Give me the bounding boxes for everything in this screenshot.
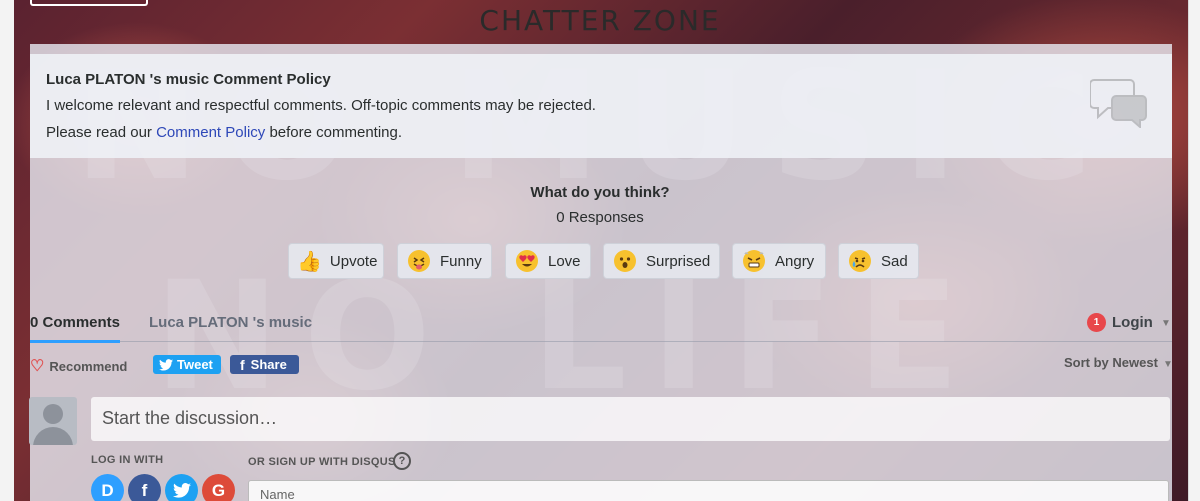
disqus-login-button[interactable]: D [91,474,124,501]
policy-title: Luca PLATON 's music Comment Policy [46,71,331,88]
policy-read-suffix: before commenting. [269,124,403,141]
google-icon: G [211,481,226,500]
avatar [29,397,77,445]
speech-bubbles-icon [1090,79,1147,128]
reaction-surprised-button[interactable]: Surprised [603,243,720,279]
tweet-label: Tweet [177,357,213,372]
heart-eyes-icon [516,250,538,272]
tongue-face-icon [408,250,430,272]
reaction-label: Angry [775,252,815,270]
scrollbar-edge [1188,0,1189,501]
reaction-label: Surprised [646,252,711,270]
comment-policy-box: Luca PLATON 's music Comment Policy I we… [30,54,1172,158]
sort-dropdown[interactable]: Sort by Newest [1064,355,1158,370]
facebook-share-button[interactable]: f Share [230,355,299,374]
reaction-label: Upvote [329,252,378,270]
reaction-sad-button[interactable]: Sad [838,243,919,279]
facebook-icon: f [141,481,148,500]
facebook-login-button[interactable]: f [128,474,161,501]
responses-count: 0 Responses [556,209,644,226]
surprised-face-icon [614,250,636,272]
google-login-button[interactable]: G [202,474,235,501]
reactions-prompt: What do you think? [530,184,670,201]
policy-read-line: Please read our Comment Policy before co… [46,124,402,141]
disqus-icon: D [101,481,114,500]
facebook-icon: f [240,356,245,373]
chevron-down-icon[interactable]: ▼ [1161,318,1171,329]
sad-face-icon [849,250,871,272]
twitter-icon [172,483,191,498]
tweet-button[interactable]: Tweet [153,355,221,374]
page-title: CHATTER ZONE [479,4,721,37]
reaction-upvote-button[interactable]: 👍 Upvote [288,243,384,279]
heart-icon: ♡ [30,358,45,375]
page-margin-right [1188,0,1200,501]
comment-policy-link[interactable]: Comment Policy [156,124,265,141]
notification-badge[interactable]: 1 [1087,313,1106,332]
page-margin-left [0,0,14,501]
angry-face-icon [743,250,765,272]
active-tab-indicator [30,340,120,343]
reaction-label: Funny [440,252,482,270]
share-label: Share [250,357,287,372]
login-with-label: LOG IN WITH [91,454,164,466]
tab-community[interactable]: Luca PLATON 's music [149,314,312,331]
comment-input[interactable]: Start the discussion… [91,397,1170,441]
chevron-down-icon[interactable]: ▼ [1163,359,1173,370]
tab-comments[interactable]: 0 Comments [30,314,120,331]
recommend-button[interactable]: ♡ Recommend [30,356,127,376]
twitter-login-button[interactable] [165,474,198,501]
thumbs-up-icon: 👍 [297,250,322,273]
signup-with-disqus-label: OR SIGN UP WITH DISQUS [248,456,396,468]
policy-read-prefix: Please read our [46,124,152,141]
login-menu[interactable]: Login [1112,314,1153,331]
reaction-love-button[interactable]: Love [505,243,591,279]
recommend-label: Recommend [49,358,128,374]
reaction-angry-button[interactable]: Angry [732,243,826,279]
reaction-funny-button[interactable]: Funny [397,243,492,279]
policy-text: I welcome relevant and respectful commen… [46,97,596,114]
help-icon[interactable]: ? [393,452,411,470]
reaction-label: Love [548,252,581,270]
name-input[interactable]: Name [248,480,1169,501]
reaction-label: Sad [881,252,908,270]
tabs-divider [30,341,1172,342]
twitter-icon [159,358,173,371]
